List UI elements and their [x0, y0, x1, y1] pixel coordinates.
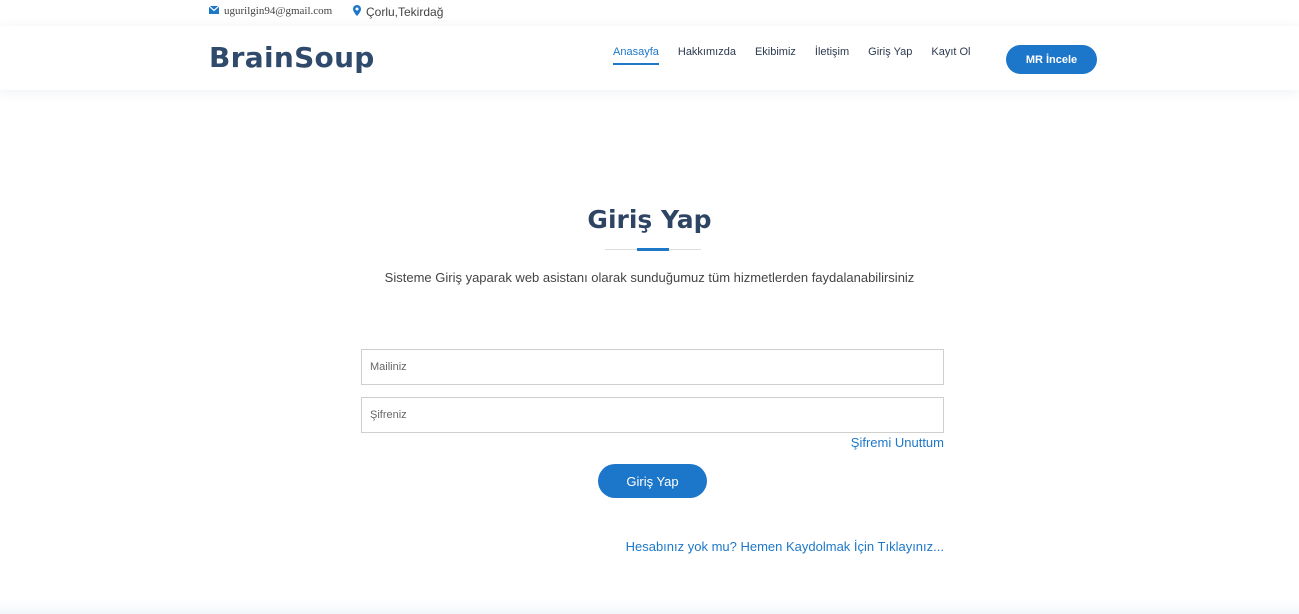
nav-item-anasayfa[interactable]: Anasayfa — [613, 46, 659, 65]
contact-location-text: Çorlu,Tekirdağ — [366, 5, 444, 19]
contact-location: Çorlu,Tekirdağ — [353, 5, 443, 19]
site-header: BrainSoup Anasayfa Hakkımızda Ekibimiz İ… — [0, 26, 1299, 90]
title-divider-accent — [637, 248, 669, 251]
nav-item-giris-yap[interactable]: Giriş Yap — [868, 46, 912, 65]
map-pin-icon — [353, 5, 361, 19]
site-logo[interactable]: BrainSoup — [209, 41, 375, 74]
register-link[interactable]: Hesabınız yok mu? Hemen Kaydolmak İçin T… — [626, 539, 944, 554]
page-title: Giriş Yap — [587, 205, 712, 234]
login-button[interactable]: Giriş Yap — [598, 464, 707, 498]
mr-incele-button[interactable]: MR İncele — [1006, 45, 1097, 74]
main-nav: Anasayfa Hakkımızda Ekibimiz İletişim Gi… — [613, 46, 990, 65]
contact-email-text: ugurilgin94@gmail.com — [224, 5, 333, 17]
password-field[interactable] — [361, 397, 944, 433]
email-field[interactable] — [361, 349, 944, 385]
forgot-password-link[interactable]: Şifremi Unuttum — [851, 435, 944, 450]
nav-item-kayit-ol[interactable]: Kayıt Ol — [931, 46, 970, 65]
envelope-icon — [208, 5, 220, 17]
nav-item-hakkimizda[interactable]: Hakkımızda — [678, 46, 736, 65]
page-subtitle: Sisteme Giriş yaparak web asistanı olara… — [384, 270, 915, 285]
top-info-bar: ugurilgin94@gmail.com Çorlu,Tekirdağ — [0, 0, 1299, 26]
nav-item-iletisim[interactable]: İletişim — [815, 46, 849, 65]
contact-email[interactable]: ugurilgin94@gmail.com — [208, 5, 333, 17]
nav-item-ekibimiz[interactable]: Ekibimiz — [755, 46, 796, 65]
footer-edge — [0, 600, 1299, 614]
